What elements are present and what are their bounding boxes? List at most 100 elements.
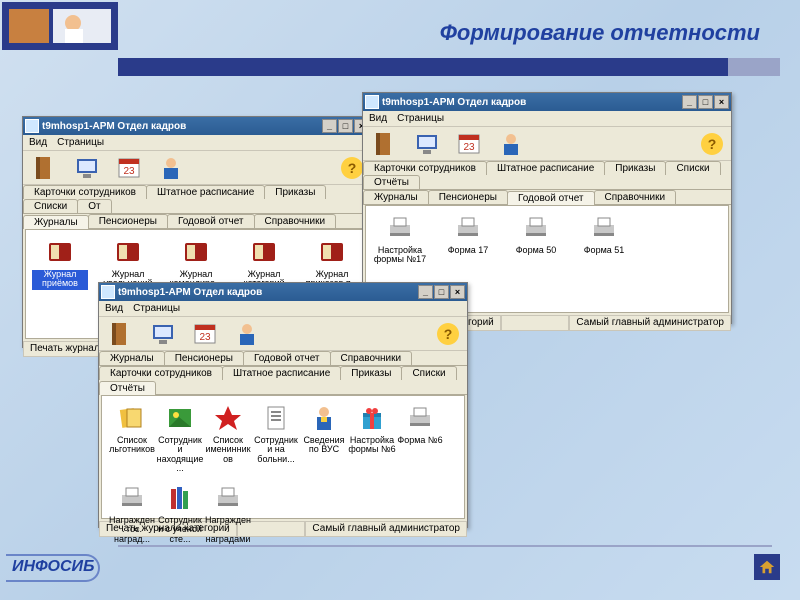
toolbar: 23 ? xyxy=(23,151,371,185)
titlebar[interactable]: t9mhosp1-АРМ Отдел кадров _ □ × xyxy=(363,93,731,111)
svg-text:23: 23 xyxy=(199,332,211,343)
menu-view[interactable]: Вид xyxy=(369,113,387,124)
list-item[interactable]: Сотрудники находящие... xyxy=(156,402,204,474)
tab-annual[interactable]: Годовой отчет xyxy=(243,351,331,365)
window-title: t9mhosp1-АРМ Отдел кадров xyxy=(118,287,418,298)
person-icon[interactable] xyxy=(157,154,185,182)
tab-refs[interactable]: Справочники xyxy=(254,214,337,228)
maximize-button[interactable]: □ xyxy=(434,285,449,299)
tab-orders[interactable]: Приказы xyxy=(340,366,402,380)
tab-orders[interactable]: Приказы xyxy=(604,161,666,175)
list-item[interactable]: Форма 17 xyxy=(440,212,496,266)
tab-lists[interactable]: Списки xyxy=(401,366,456,380)
footer-divider xyxy=(118,545,772,547)
help-icon[interactable]: ? xyxy=(701,133,723,155)
list-item[interactable]: Награжден. наградами xyxy=(204,482,252,544)
tab-more[interactable]: От xyxy=(77,199,111,213)
tab-lists[interactable]: Списки xyxy=(665,161,720,175)
list-item[interactable]: Форма 50 xyxy=(508,212,564,266)
app-icon xyxy=(25,119,39,133)
titlebar[interactable]: t9mhosp1-АРМ Отдел кадров _ □ × xyxy=(99,283,467,301)
minimize-button[interactable]: _ xyxy=(682,95,697,109)
tab-pension[interactable]: Пенсионеры xyxy=(88,214,168,228)
tab-journals[interactable]: Журналы xyxy=(99,351,165,365)
person-icon[interactable] xyxy=(233,320,261,348)
calendar-icon[interactable]: 23 xyxy=(455,130,483,158)
monitor-icon[interactable] xyxy=(73,154,101,182)
tab-staff[interactable]: Штатное расписание xyxy=(146,185,265,199)
door-icon[interactable] xyxy=(31,154,59,182)
svg-text:23: 23 xyxy=(463,142,475,153)
tab-refs[interactable]: Справочники xyxy=(330,351,413,365)
header-bar xyxy=(118,58,780,76)
list-item[interactable]: Форма 51 xyxy=(576,212,632,266)
help-icon[interactable]: ? xyxy=(437,323,459,345)
tab-pension[interactable]: Пенсионеры xyxy=(164,351,244,365)
tab-refs[interactable]: Справочники xyxy=(594,190,677,204)
list-item[interactable]: Настройка формы №17 xyxy=(372,212,428,266)
tab-cards[interactable]: Карточки сотрудников xyxy=(99,366,223,380)
app-icon xyxy=(101,285,115,299)
doc-icon xyxy=(260,402,292,434)
tab-cards[interactable]: Карточки сотрудников xyxy=(23,185,147,199)
menu-pages[interactable]: Страницы xyxy=(57,137,104,148)
item-label: Награжден. наградами xyxy=(204,516,252,544)
item-label: Сведения по ВУС xyxy=(300,436,348,456)
list-item[interactable]: Сотрудники с ученой сте... xyxy=(156,482,204,544)
list-item[interactable]: Список льготников xyxy=(108,402,156,474)
list-item[interactable]: Список именинников xyxy=(204,402,252,474)
tab-staff[interactable]: Штатное расписание xyxy=(486,161,605,175)
menu-view[interactable]: Вид xyxy=(105,303,123,314)
status-right: Самый главный администратор xyxy=(569,316,731,331)
door-icon[interactable] xyxy=(371,130,399,158)
tab-annual[interactable]: Годовой отчет xyxy=(167,214,255,228)
printer-icon xyxy=(452,212,484,244)
menu-pages[interactable]: Страницы xyxy=(397,113,444,124)
tab-lists[interactable]: Списки xyxy=(23,199,78,213)
tab-pension[interactable]: Пенсионеры xyxy=(428,190,508,204)
tab-reports[interactable]: Отчёты xyxy=(363,175,420,189)
titlebar[interactable]: t9mhosp1-АРМ Отдел кадров _ □ × xyxy=(23,117,371,135)
gift-icon xyxy=(356,402,388,434)
person-icon[interactable] xyxy=(497,130,525,158)
list-item[interactable]: Сведения по ВУС xyxy=(300,402,348,474)
tab-reports[interactable]: Отчёты xyxy=(99,381,156,395)
menu-bar: Вид Страницы xyxy=(23,135,371,151)
calendar-icon[interactable]: 23 xyxy=(191,320,219,348)
brand-label: ИНФОСИБ xyxy=(12,558,94,576)
maximize-button[interactable]: □ xyxy=(698,95,713,109)
home-button[interactable] xyxy=(754,554,780,580)
maximize-button[interactable]: □ xyxy=(338,119,353,133)
list-item[interactable]: Форма №6 xyxy=(396,402,444,474)
client-area: Список льготниковСотрудники находящие...… xyxy=(101,395,465,519)
tab-staff[interactable]: Штатное расписание xyxy=(222,366,341,380)
list-item[interactable]: Награжден. гос. наград... xyxy=(108,482,156,544)
monitor-icon[interactable] xyxy=(413,130,441,158)
tab-journals[interactable]: Журналы xyxy=(363,190,429,204)
tab-annual[interactable]: Годовой отчет xyxy=(507,191,595,205)
list-item[interactable]: Настройка формы №6 xyxy=(348,402,396,474)
app-logo xyxy=(2,2,118,50)
item-label: Журнал приёмов xyxy=(32,270,88,290)
item-label: Сотрудники находящие... xyxy=(156,436,204,474)
item-label: Настройка формы №6 xyxy=(348,436,396,456)
window-title: t9mhosp1-АРМ Отдел кадров xyxy=(42,121,322,132)
close-button[interactable]: × xyxy=(714,95,729,109)
tab-cards[interactable]: Карточки сотрудников xyxy=(363,161,487,175)
tab-journals[interactable]: Журналы xyxy=(23,215,89,229)
monitor-icon[interactable] xyxy=(149,320,177,348)
close-button[interactable]: × xyxy=(450,285,465,299)
cards-icon xyxy=(116,402,148,434)
tab-row-2: Журналы Пенсионеры Годовой отчет Справоч… xyxy=(23,214,371,229)
door-icon[interactable] xyxy=(107,320,135,348)
menu-pages[interactable]: Страницы xyxy=(133,303,180,314)
help-icon[interactable]: ? xyxy=(341,157,363,179)
menu-view[interactable]: Вид xyxy=(29,137,47,148)
printer-icon xyxy=(384,212,416,244)
tab-orders[interactable]: Приказы xyxy=(264,185,326,199)
minimize-button[interactable]: _ xyxy=(418,285,433,299)
minimize-button[interactable]: _ xyxy=(322,119,337,133)
calendar-icon[interactable]: 23 xyxy=(115,154,143,182)
list-item[interactable]: Сотрудники на больни... xyxy=(252,402,300,474)
list-item[interactable]: Журнал приёмов xyxy=(32,236,88,290)
